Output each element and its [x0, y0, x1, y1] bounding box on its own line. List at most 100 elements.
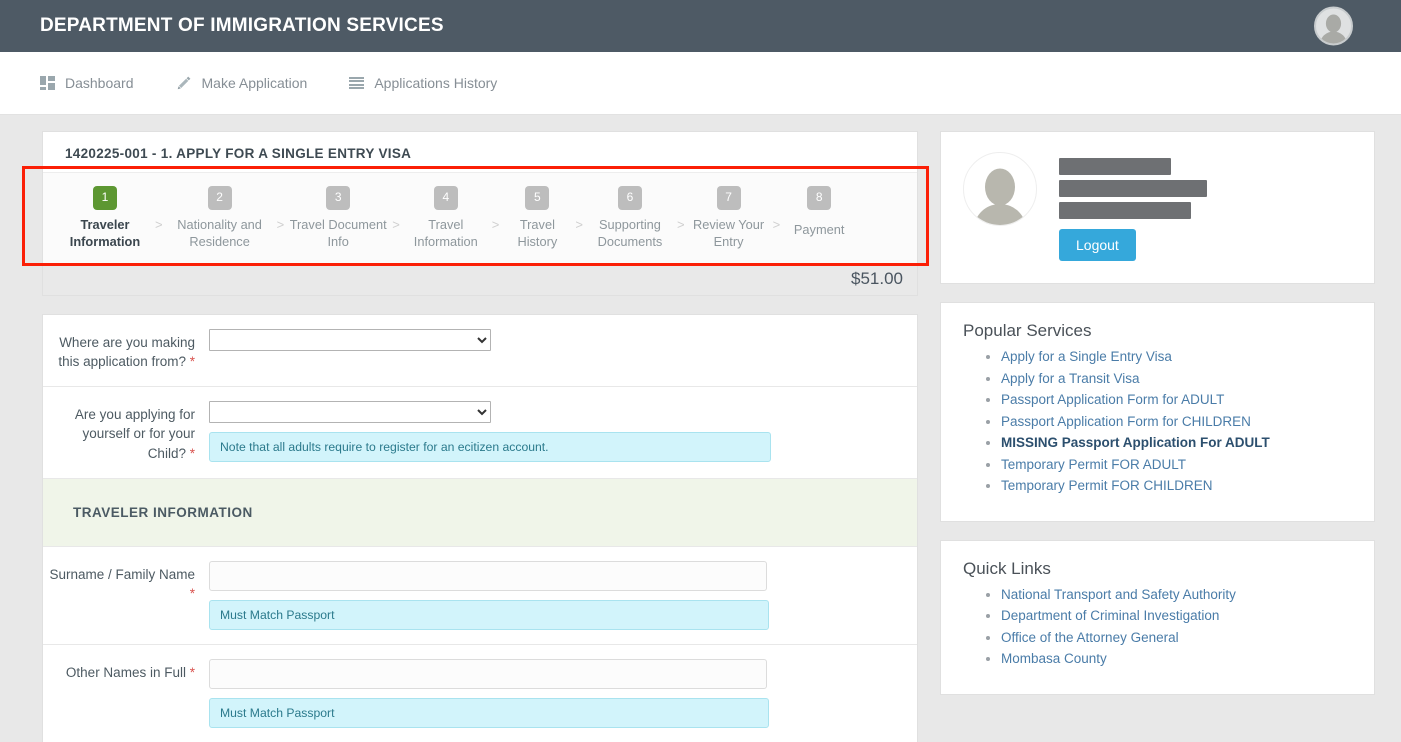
step-number-3: 3 [326, 186, 351, 210]
list-item: MISSING Passport Application For ADULT [1001, 433, 1354, 454]
redacted-user-name [1059, 158, 1171, 175]
step-label-1: Traveler Information [69, 217, 141, 249]
step-separator-icon: > [772, 217, 781, 232]
step-number-6: 6 [617, 186, 642, 210]
step-number-5: 5 [525, 186, 550, 210]
step-separator-icon: > [676, 217, 685, 232]
popular-services-list: Apply for a Single Entry Visa Apply for … [963, 347, 1354, 497]
control-applying-for: Note that all adults require to register… [209, 400, 917, 464]
step-separator-icon: > [276, 217, 285, 232]
select-application-from[interactable] [209, 328, 491, 351]
form-row-application-from: Where are you making this application fr… [43, 315, 917, 387]
popular-link-temporary-permit-children[interactable]: Temporary Permit FOR CHILDREN [1001, 478, 1213, 493]
step-label-2: Nationality and Residence [177, 217, 262, 249]
list-icon [349, 77, 365, 89]
step-travel-history[interactable]: 5 Travel History [501, 186, 573, 251]
required-marker: * [189, 354, 195, 370]
control-other-names: Must Match Passport [209, 658, 917, 728]
step-label-5: Travel History [517, 217, 558, 249]
label-other-names: Other Names in Full * [43, 659, 209, 728]
label-surname: Surname / Family Name * [43, 561, 209, 630]
list-item: Office of the Attorney General [1001, 628, 1354, 649]
hint-applying-for: Note that all adults require to register… [209, 431, 771, 462]
quick-link-ntsa[interactable]: National Transport and Safety Authority [1001, 587, 1236, 602]
quick-links-title: Quick Links [963, 558, 1051, 578]
nav-label-applications-history: Applications History [374, 75, 498, 91]
top-header-bar: DEPARTMENT OF IMMIGRATION SERVICES [0, 0, 1401, 52]
step-number-8: 8 [807, 186, 832, 210]
list-item: Passport Application Form for ADULT [1001, 390, 1354, 411]
surname-input[interactable] [209, 560, 767, 591]
step-number-4: 4 [433, 186, 458, 210]
popular-services-title: Popular Services [963, 321, 1092, 340]
quick-links-list: National Transport and Safety Authority … [963, 585, 1354, 670]
list-item: Mombasa County [1001, 649, 1354, 670]
step-supporting-documents[interactable]: 6 Supporting Documents [585, 186, 675, 251]
hint-other-names: Must Match Passport [209, 697, 769, 728]
application-stepper: 1 Traveler Information > 2 Nationality a… [43, 173, 917, 263]
step-travel-document-info[interactable]: 3 Travel Document Info [286, 186, 390, 251]
user-avatar-icon[interactable] [1314, 6, 1353, 46]
application-card: 1420225-001 - 1. APPLY FOR A SINGLE ENTR… [22, 131, 929, 296]
list-item: Temporary Permit FOR ADULT [1001, 455, 1354, 476]
list-item: Passport Application Form for CHILDREN [1001, 412, 1354, 433]
label-text-surname: Surname / Family Name [49, 566, 195, 582]
list-item: Apply for a Single Entry Visa [1001, 347, 1354, 368]
popular-link-single-entry-visa[interactable]: Apply for a Single Entry Visa [1001, 349, 1172, 364]
section-title-traveler-information: TRAVELER INFORMATION [43, 478, 917, 547]
step-separator-icon: > [575, 217, 583, 232]
step-label-8: Payment [793, 222, 845, 237]
redacted-user-id [1059, 202, 1191, 219]
nav-item-make-application[interactable]: Make Application [176, 75, 308, 91]
step-payment[interactable]: 8 Payment [782, 186, 856, 239]
stepper-wrapper: 1 Traveler Information > 2 Nationality a… [43, 172, 917, 264]
popular-link-transit-visa[interactable]: Apply for a Transit Visa [1001, 371, 1140, 386]
step-label-6: Supporting Documents [597, 217, 663, 249]
popular-link-passport-children[interactable]: Passport Application Form for CHILDREN [1001, 414, 1251, 429]
popular-services-card: Popular Services Apply for a Single Entr… [940, 302, 1375, 522]
sidebar-column: Logout Popular Services Apply for a Sing… [940, 131, 1375, 742]
list-item: Department of Criminal Investigation [1001, 606, 1354, 627]
list-item: National Transport and Safety Authority [1001, 585, 1354, 606]
quick-link-dci[interactable]: Department of Criminal Investigation [1001, 608, 1219, 623]
step-review-your-entry[interactable]: 7 Review Your Entry [687, 186, 771, 251]
page-body: 1420225-001 - 1. APPLY FOR A SINGLE ENTR… [0, 115, 1401, 742]
form-row-surname: Surname / Family Name * Must Match Passp… [43, 547, 917, 645]
other-names-input[interactable] [209, 658, 767, 689]
nav-item-dashboard[interactable]: Dashboard [40, 75, 134, 91]
site-title: DEPARTMENT OF IMMIGRATION SERVICES [40, 15, 444, 36]
step-label-4: Travel Information [413, 217, 478, 249]
redacted-user-detail [1059, 180, 1207, 197]
nav-label-make-application: Make Application [201, 75, 308, 91]
nav-label-dashboard: Dashboard [65, 75, 134, 91]
required-marker: * [189, 446, 195, 462]
step-label-3: Travel Document Info [289, 217, 387, 249]
label-applying-for: Are you applying for yourself or for you… [43, 401, 209, 464]
nav-item-applications-history[interactable]: Applications History [349, 75, 497, 91]
quick-link-mombasa-county[interactable]: Mombasa County [1001, 651, 1107, 666]
label-text-application-from: Where are you making this application fr… [58, 334, 195, 370]
traveler-form-panel: Where are you making this application fr… [42, 313, 918, 742]
quick-link-attorney-general[interactable]: Office of the Attorney General [1001, 630, 1179, 645]
step-nationality-and-residence[interactable]: 2 Nationality and Residence [165, 186, 275, 251]
avatar [963, 152, 1037, 226]
step-traveler-information[interactable]: 1 Traveler Information [57, 186, 153, 251]
profile-block: Logout [941, 132, 1374, 283]
popular-link-passport-adult[interactable]: Passport Application Form for ADULT [1001, 392, 1224, 407]
form-row-other-names: Other Names in Full * Must Match Passpor… [43, 645, 917, 742]
step-number-7: 7 [716, 186, 741, 210]
step-number-1: 1 [93, 186, 117, 210]
step-separator-icon: > [392, 217, 400, 232]
profile-info: Logout [1059, 152, 1207, 261]
list-item: Temporary Permit FOR CHILDREN [1001, 476, 1354, 497]
page-title: 1420225-001 - 1. APPLY FOR A SINGLE ENTR… [65, 146, 412, 161]
required-marker: * [189, 664, 195, 680]
list-item: Apply for a Transit Visa [1001, 369, 1354, 390]
step-travel-information[interactable]: 4 Travel Information [402, 186, 490, 251]
logout-button[interactable]: Logout [1059, 229, 1136, 261]
popular-link-temporary-permit-adult[interactable]: Temporary Permit FOR ADULT [1001, 457, 1186, 472]
step-separator-icon: > [155, 217, 163, 232]
popular-link-missing-passport-adult[interactable]: MISSING Passport Application For ADULT [1001, 435, 1270, 450]
control-surname: Must Match Passport [209, 560, 917, 630]
select-applying-for[interactable] [209, 400, 491, 423]
